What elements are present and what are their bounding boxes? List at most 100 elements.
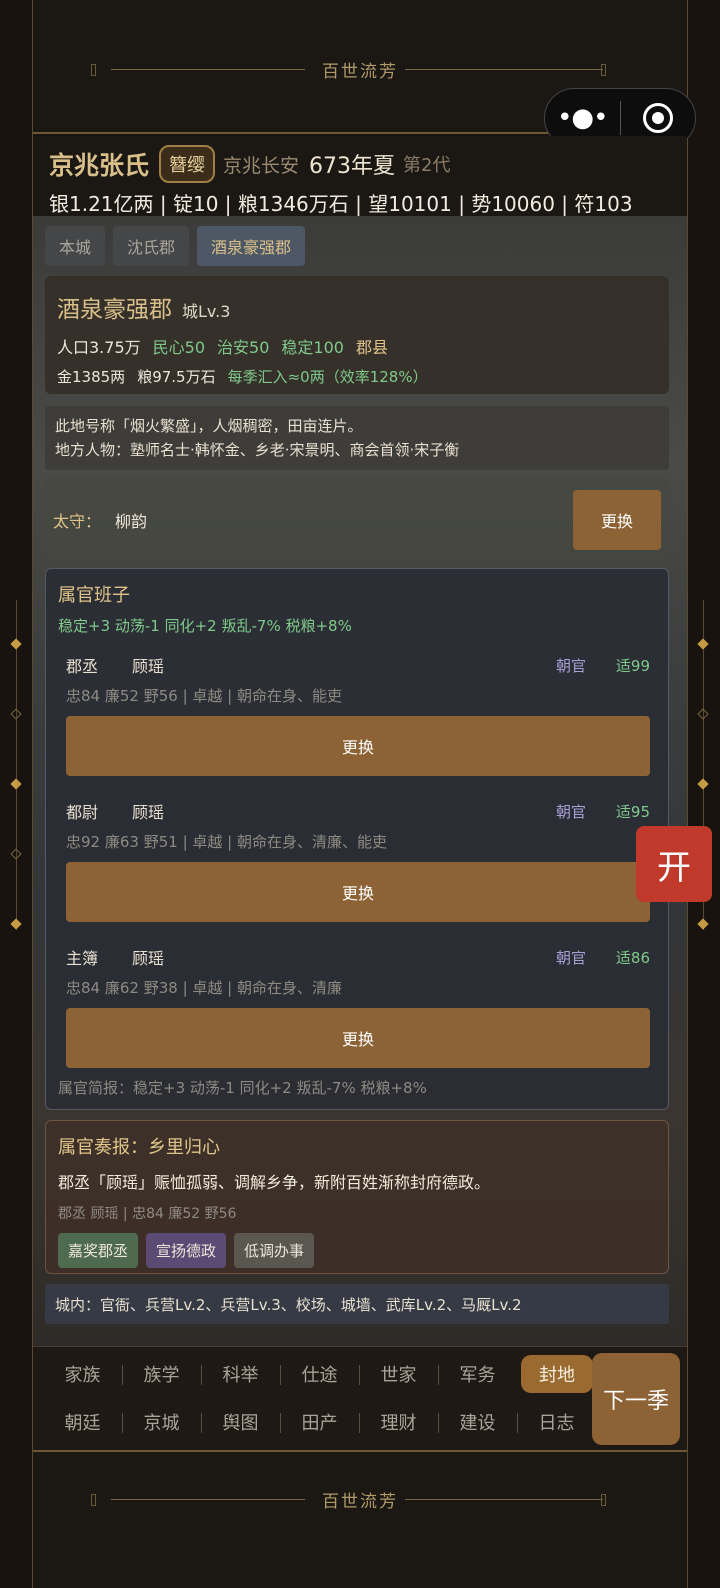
local-figures: 地方人物：塾师名士·韩怀金、乡老·宋景明、商会首领·宋子衡 [55,441,460,459]
diamond-ornament [10,778,22,790]
officials-panel: 属官班子 稳定+3 动荡-1 同化+2 叛乱-7% 税粮+8% 郡丞 顾瑶 朝官… [45,568,669,1110]
banner-line [111,1499,305,1500]
official-position: 主簿 [66,949,99,968]
generation: 第2代 [403,155,451,176]
bracket-ornament [91,64,96,76]
official-stats: 忠84 廉52 野56 | 卓越 | 朝命在身、能吏 [66,687,342,705]
nav-exam[interactable]: 科举 [201,1355,280,1393]
morale: 民心50 [152,338,206,357]
report-title: 属官奏报：乡里归心 [58,1137,220,1158]
clan-name: 京兆张氏 [49,151,150,180]
banner-title: 百世流芳 [322,62,398,82]
open-float-button[interactable]: 开 [636,826,712,902]
nav-military[interactable]: 军务 [438,1355,517,1393]
city-description: 此地号称「烟火繁盛」，人烟稠密，田亩连片。 地方人物：塾师名士·韩怀金、乡老·宋… [45,406,669,470]
governor-label: 太守： [53,512,102,531]
nav-family[interactable]: 家族 [43,1355,122,1393]
game-year: 673年夏 [309,154,396,179]
governor-row: 太守： 柳韵 更换 [45,478,669,558]
population: 人口3.75万 [57,338,141,357]
official-entry: 郡丞 顾瑶 朝官 适99 忠84 廉52 野56 | 卓越 | 朝命在身、能吏 … [66,653,650,776]
report-meta: 郡丞 顾瑶 | 忠84 廉52 野56 [58,1206,237,1222]
official-position: 郡丞 [66,657,99,676]
promote-virtue-button[interactable]: 宣扬德政 [146,1233,227,1268]
tab-jiuquan-commandery[interactable]: 酒泉豪强郡 [197,226,306,266]
governor-name: 柳韵 [115,512,148,531]
official-tag: 朝官 [555,802,586,821]
rank-badge: 簪缨 [159,145,216,183]
official-fit: 适86 [615,948,650,967]
bracket-ornament [601,64,606,76]
keep-low-profile-button[interactable]: 低调办事 [234,1233,315,1268]
official-entry: 都尉 顾瑶 朝官 适95 忠92 廉63 野51 | 卓越 | 朝命在身、清廉、… [66,799,650,922]
official-name: 顾瑶 [132,949,165,968]
reward-official-button[interactable]: 嘉奖郡丞 [58,1233,139,1268]
diamond-ornament [697,708,709,720]
city-level: 城Lv.3 [182,302,231,321]
nav-court[interactable]: 朝廷 [43,1403,122,1441]
official-fit: 适99 [615,656,650,675]
diamond-ornament [10,848,22,860]
nav-construction[interactable]: 建设 [438,1403,517,1441]
nav-map[interactable]: 舆图 [201,1403,280,1441]
city-grain: 粮97.5万石 [137,368,216,386]
bottom-banner: 百世流芳 [33,1450,687,1588]
officials-title: 属官班子 [58,585,130,606]
replace-official-button[interactable]: 更换 [66,1008,650,1068]
main-panel: 本城 沈氏郡 酒泉豪强郡 酒泉豪强郡 城Lv.3 人口3.75万 民心50 治安… [33,216,687,1346]
official-report-card: 属官奏报：乡里归心 郡丞「顾瑶」赈恤孤弱、调解乡争，新附百姓渐称封府德政。 郡丞… [45,1120,669,1274]
clan-location: 京兆长安 [223,154,300,177]
nav-log[interactable]: 日志 [517,1403,596,1441]
replace-official-button[interactable]: 更换 [66,716,650,776]
city-summary-card: 酒泉豪强郡 城Lv.3 人口3.75万 民心50 治安50 稳定100 郡县 金… [45,276,669,394]
city-name: 酒泉豪强郡 [57,297,172,323]
officials-brief: 属官简报：稳定+3 动荡-1 同化+2 叛乱-7% 税粮+8% [58,1079,427,1097]
tab-shen-commandery[interactable]: 沈氏郡 [113,226,190,266]
nav-capital[interactable]: 京城 [122,1403,201,1441]
officials-effects: 稳定+3 动荡-1 同化+2 叛乱-7% 税粮+8% [58,617,352,635]
replace-governor-button[interactable]: 更换 [573,490,661,550]
replace-official-button[interactable]: 更换 [66,862,650,922]
bracket-ornament [601,1494,606,1506]
official-tag: 朝官 [555,948,586,967]
resource-bar: 银1.21亿两 | 锭10 | 粮1346万石 | 望10101 | 势1006… [49,192,633,216]
nav-noble-houses[interactable]: 世家 [359,1355,438,1393]
city-type: 郡县 [355,338,388,357]
banner-line [405,69,603,70]
stability: 稳定100 [281,338,344,357]
description-line: 此地号称「烟火繁盛」，人烟稠密，田亩连片。 [55,417,363,435]
official-stats: 忠92 廉63 野51 | 卓越 | 朝命在身、清廉、能吏 [66,833,387,851]
seasonal-income: 每季汇入≈0两（效率128%） [227,368,428,386]
nav-clan-school[interactable]: 族学 [122,1355,201,1393]
record-circle-icon[interactable] [621,103,696,133]
nav-career[interactable]: 仕途 [280,1355,359,1393]
official-entry: 主簿 顾瑶 朝官 适86 忠84 廉62 野38 | 卓越 | 朝命在身、清廉 … [66,945,650,1068]
next-season-button[interactable]: 下一季 [592,1353,680,1445]
public-order: 治安50 [217,338,270,357]
diamond-ornament [10,708,22,720]
city-tabs: 本城 沈氏郡 酒泉豪强郡 [45,226,306,266]
diamond-ornament [697,918,709,930]
official-name: 顾瑶 [132,657,165,676]
official-tag: 朝官 [555,656,586,675]
diamond-ornament [10,638,22,650]
banner-line [111,69,305,70]
banner-title: 百世流芳 [322,1492,398,1512]
city-gold: 金1385两 [57,368,126,386]
nav-land[interactable]: 田产 [280,1403,359,1441]
diamond-ornament [10,918,22,930]
official-position: 都尉 [66,803,99,822]
report-body: 郡丞「顾瑶」赈恤孤弱、调解乡争，新附百姓渐称封府德政。 [58,1173,491,1192]
official-stats: 忠84 廉62 野38 | 卓越 | 朝命在身、清廉 [66,979,342,997]
city-buildings: 城内：官衙、兵营Lv.2、兵营Lv.3、校场、城墙、武库Lv.2、马厩Lv.2 [45,1284,669,1324]
nav-fief[interactable]: 封地 [521,1355,593,1393]
diamond-ornament [697,778,709,790]
bottom-nav: 家族 族学 科举 仕途 世家 军务 封地 朝廷 京城 舆图 田产 理财 建设 日… [33,1346,687,1450]
official-name: 顾瑶 [132,803,165,822]
more-dots-icon[interactable]: •●• [545,103,620,133]
nav-finance[interactable]: 理财 [359,1403,438,1441]
clan-header: 京兆张氏 簪缨 京兆长安 673年夏 第2代 银1.21亿两 | 锭10 | 粮… [33,136,687,216]
tab-home-city[interactable]: 本城 [45,226,106,266]
bracket-ornament [91,1494,96,1506]
official-fit: 适95 [615,802,650,821]
